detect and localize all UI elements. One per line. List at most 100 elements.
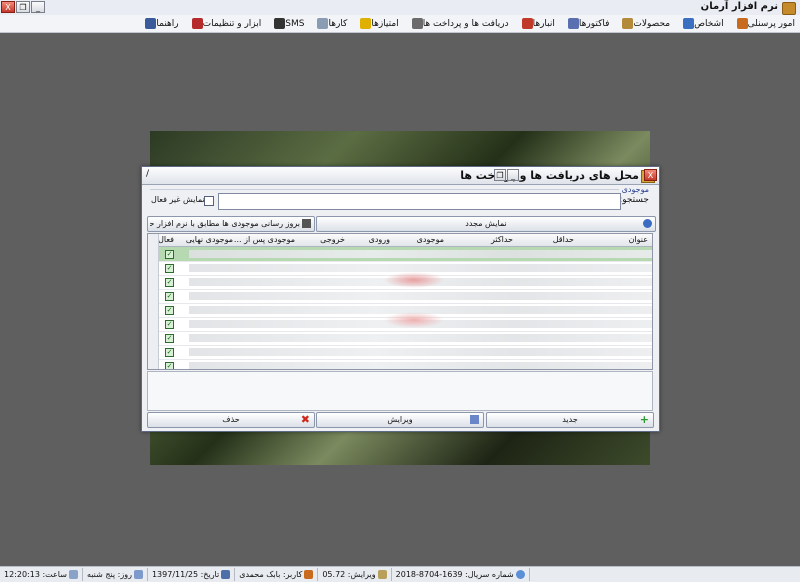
col-in[interactable]: ورودی: [369, 235, 390, 244]
calendar-icon: [133, 570, 143, 579]
active-checkbox[interactable]: ✓: [165, 320, 174, 329]
time-text: ساعت: 12:20:13: [4, 570, 67, 579]
dialog-title: محل های دریافت ها و پرداخت ها: [460, 169, 639, 182]
version-icon: [377, 570, 387, 579]
grid-header: عنوان حداقل حداکثر موجودی ورودی خروجی مو…: [148, 234, 652, 247]
people-icon: [736, 18, 748, 29]
serial-icon: [515, 570, 525, 579]
tasks-icon: [317, 18, 329, 29]
table-row[interactable]: ✓: [159, 331, 652, 346]
window-controls: X ❐ _: [1, 1, 45, 13]
blurred-row-content: [189, 362, 652, 369]
show-inactive-label: نمایش غیر فعال: [151, 195, 205, 204]
menu-item-label: دریافت ها و پرداخت ها: [422, 18, 509, 29]
refresh-button[interactable]: نمایش مجدد: [316, 216, 656, 232]
delete-icon: ✖: [300, 413, 310, 426]
delete-label: حذف: [222, 415, 240, 424]
menu-item[interactable]: ابزار و تنظیمات: [184, 16, 267, 31]
dialog-restore-button[interactable]: ❐: [494, 169, 506, 181]
menu-item[interactable]: محصولات: [614, 16, 675, 31]
dialog-minimize-button[interactable]: _: [507, 169, 519, 181]
menu-item[interactable]: کارها: [309, 16, 352, 31]
menu-item[interactable]: فاکتورها: [560, 16, 615, 31]
clock-icon: [68, 570, 78, 579]
blurred-cell: [384, 272, 444, 288]
day-status: روز: پنج شنبه: [83, 568, 148, 581]
table-row[interactable]: ✓: [159, 289, 652, 304]
blurred-row-content: [189, 334, 652, 342]
active-checkbox[interactable]: ✓: [165, 362, 174, 369]
col-final-balance[interactable]: موجودی نهایی: [186, 235, 233, 244]
table-row[interactable]: ✓: [159, 247, 652, 262]
menu-item[interactable]: امتیازها: [352, 16, 403, 31]
col-min[interactable]: حداقل: [553, 235, 574, 244]
update-balance-label: بروز رسانی موجودی ها مطابق با نرم افزار …: [150, 219, 300, 228]
menu-item-label: فاکتورها: [578, 18, 610, 29]
show-inactive-checkbox[interactable]: [204, 196, 214, 206]
blurred-row-content: [189, 250, 652, 258]
star-icon: [360, 18, 372, 29]
menu-item[interactable]: دریافت ها و پرداخت ها: [404, 16, 514, 31]
table-row[interactable]: ✓: [159, 345, 652, 360]
menu-item[interactable]: اشخاص: [675, 16, 728, 31]
menu-item-label: امور پرسنلی: [747, 18, 795, 29]
search-input[interactable]: [218, 193, 621, 210]
edit-button[interactable]: ویرایش: [316, 412, 484, 428]
blurred-row-content: [189, 264, 652, 272]
menu-item[interactable]: انبارها: [514, 16, 560, 31]
minimize-button[interactable]: _: [31, 1, 45, 13]
active-checkbox[interactable]: ✓: [165, 264, 174, 273]
sms-icon: [274, 18, 286, 29]
close-button[interactable]: X: [1, 1, 15, 13]
active-checkbox[interactable]: ✓: [165, 348, 174, 357]
menu-item-label: SMS: [285, 18, 305, 29]
menu-item-label: امتیازها: [371, 18, 399, 29]
app-title-bar: X ❐ _ نرم افزار آرمان: [0, 0, 800, 16]
clock-status: ساعت: 12:20:13: [0, 568, 83, 581]
active-checkbox[interactable]: ✓: [165, 292, 174, 301]
update-icon: [302, 219, 311, 228]
col-balance[interactable]: موجودی: [417, 235, 444, 244]
edit-icon: [470, 415, 479, 424]
notes-area[interactable]: [147, 371, 653, 411]
plus-icon: +: [639, 413, 649, 426]
col-max[interactable]: حداکثر: [491, 235, 513, 244]
menu-item[interactable]: راهنما: [137, 16, 183, 31]
col-balance-after[interactable]: موجودی پس از ...: [234, 235, 295, 244]
restore-button[interactable]: ❐: [16, 1, 30, 13]
group-divider: [150, 189, 619, 190]
menu-item-label: اشخاص: [694, 18, 724, 29]
menu-item-label: ابزار و تنظیمات: [202, 18, 262, 29]
new-label: جدید: [562, 415, 578, 424]
warehouse-icon: [521, 18, 533, 29]
update-balance-button[interactable]: بروز رسانی موجودی ها مطابق با نرم افزار …: [147, 216, 315, 232]
locations-grid[interactable]: عنوان حداقل حداکثر موجودی ورودی خروجی مو…: [147, 233, 653, 370]
table-row[interactable]: ✓: [159, 359, 652, 369]
edit-label: ویرایش: [387, 415, 413, 424]
money-icon: [411, 18, 423, 29]
person-icon: [683, 18, 695, 29]
col-out[interactable]: خروجی: [320, 235, 345, 244]
date-text: تاریخ: 1397/11/25: [151, 570, 220, 579]
status-bar: ساعت: 12:20:13 روز: پنج شنبه تاریخ: 1397…: [0, 566, 800, 582]
active-checkbox[interactable]: ✓: [165, 306, 174, 315]
blurred-row-content: [189, 292, 652, 300]
refresh-icon: [643, 219, 652, 228]
active-checkbox[interactable]: ✓: [165, 278, 174, 287]
menu-item[interactable]: امور پرسنلی: [729, 16, 800, 31]
active-checkbox[interactable]: ✓: [165, 334, 174, 343]
day-text: روز: پنج شنبه: [86, 570, 132, 579]
app-icon: [782, 2, 796, 15]
grid-scrollbar[interactable]: [148, 234, 159, 369]
serial-status: شماره سریال: 1639-8704-2018: [392, 568, 530, 581]
col-title[interactable]: عنوان: [629, 235, 648, 244]
serial-text: شماره سریال: 1639-8704-2018: [395, 570, 514, 579]
delete-button[interactable]: حذف ✖: [147, 412, 315, 428]
app-title: نرم افزار آرمان: [700, 1, 778, 12]
tools-icon: [191, 18, 203, 29]
menu-item[interactable]: SMS: [266, 16, 309, 31]
active-checkbox[interactable]: ✓: [165, 250, 174, 259]
col-active[interactable]: فعال: [158, 235, 174, 244]
new-button[interactable]: جدید +: [486, 412, 654, 428]
dialog-close-button[interactable]: X: [644, 169, 657, 181]
